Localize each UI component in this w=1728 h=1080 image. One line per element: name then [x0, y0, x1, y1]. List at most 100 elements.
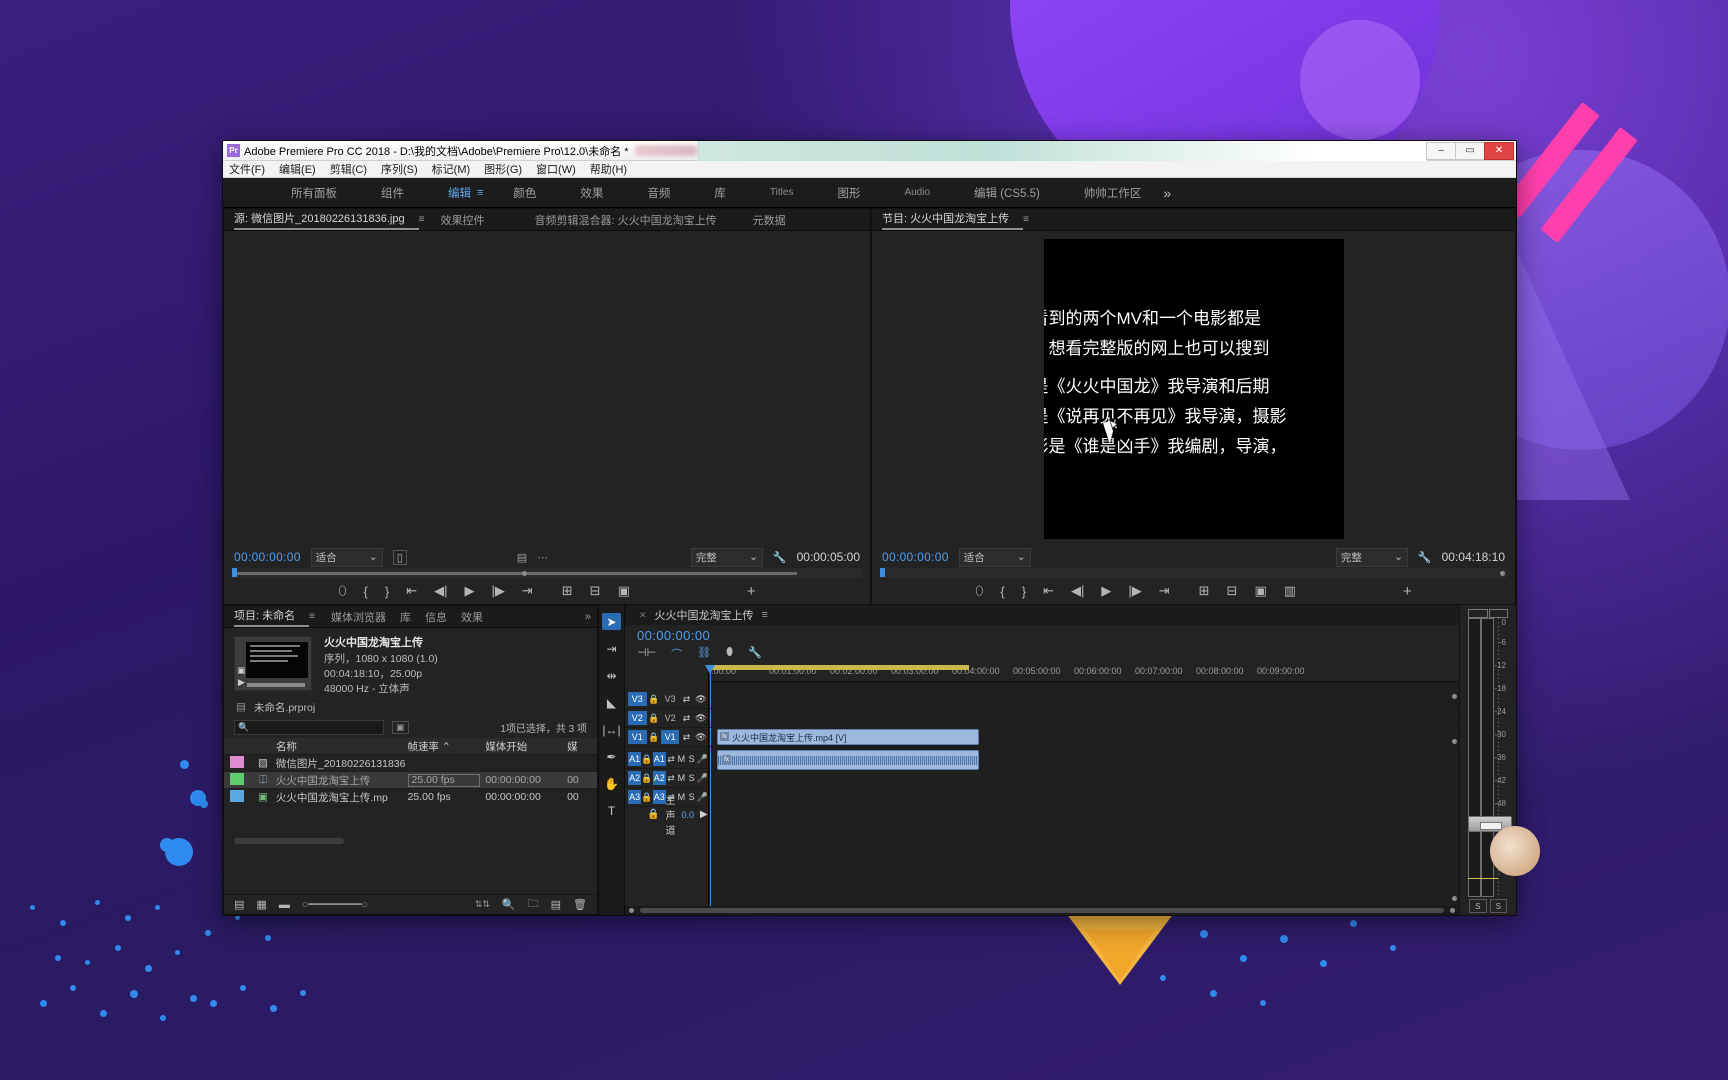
program-monitor-stage[interactable]: 看到的两个MV和一个电影都是 ，想看完整版的网上也可以搜到 是《火火中国龙》我导… — [872, 231, 1515, 546]
track-lane-a2[interactable] — [709, 774, 1459, 793]
tab-timeline-sequence[interactable]: 火火中国龙淘宝上传 — [655, 607, 754, 623]
project-panel-menu-icon[interactable]: ≡ — [309, 611, 315, 622]
lock-icon-v3[interactable]: 🔒 — [647, 692, 661, 706]
button-editor-icon[interactable]: + — [747, 583, 756, 600]
track-area-knob-bottom[interactable] — [1452, 896, 1457, 901]
razor-tool[interactable]: ◣ — [602, 694, 621, 711]
nest-toggle-icon[interactable]: ⊣⊢ — [637, 646, 656, 662]
hand-tool[interactable]: ✋ — [602, 775, 621, 792]
lock-icon-a3[interactable]: 🔒 — [641, 790, 652, 804]
program-panel-menu-icon[interactable]: ≡ — [1023, 214, 1029, 225]
table-row[interactable]: ▨ 微信图片_20180226131836 — [224, 755, 597, 772]
track-header-v3[interactable]: V3 🔒 V3 ⇄ 👁 — [625, 690, 708, 709]
solo-icon-a2[interactable]: S — [686, 771, 696, 785]
track-target-a2[interactable]: A2 — [628, 771, 642, 785]
mute-icon-a3[interactable]: M — [676, 790, 686, 804]
program-play-icon[interactable]: ▶ — [1101, 583, 1111, 599]
track-target-a3[interactable]: A3 — [628, 790, 642, 804]
track-name-v1[interactable]: V1 — [660, 730, 680, 744]
sort-icon[interactable]: ⇅⇅ — [475, 899, 490, 910]
project-file-row[interactable]: ▤ 未命名.prproj — [224, 698, 597, 716]
workspace-tab-color[interactable]: 颜色 — [491, 185, 558, 201]
tab-media-browser[interactable]: 媒体浏览器 — [331, 609, 400, 625]
source-playhead[interactable] — [232, 568, 237, 577]
workspace-tab-titles[interactable]: Titles — [748, 187, 816, 198]
project-thumbnail[interactable]: ▣ ▶ — [234, 636, 312, 691]
timeline-clip-audio[interactable]: fx — [717, 750, 979, 770]
work-area-bar[interactable] — [709, 665, 969, 670]
step-forward-icon[interactable]: |▶ — [491, 583, 504, 599]
column-header-name[interactable]: 名称 — [276, 739, 408, 754]
program-add-marker-icon[interactable]: ⬯ — [975, 583, 983, 599]
program-extract-icon[interactable]: ⊟ — [1227, 583, 1238, 599]
lock-icon-a2[interactable]: 🔒 — [641, 771, 652, 785]
track-select-forward-tool[interactable]: ⇥ — [602, 640, 621, 657]
sync-lock-icon-v2[interactable]: ⇄ — [679, 711, 693, 725]
program-wrench-icon[interactable]: 🔧 — [1418, 551, 1432, 564]
column-header-media-start[interactable]: 媒体开始 — [485, 739, 567, 754]
new-item-icon[interactable]: ▤ — [551, 898, 561, 911]
mute-icon-a1[interactable]: M — [676, 752, 686, 766]
source-monitor-stage[interactable] — [224, 231, 870, 546]
solo-button-right[interactable]: S — [1489, 899, 1507, 913]
menu-marker[interactable]: 标记(M) — [432, 161, 471, 177]
program-quality-select[interactable]: 完整 ⌄ — [1335, 547, 1408, 567]
mark-out-icon[interactable]: } — [385, 584, 389, 599]
timeline-ruler[interactable]: :00:00 00:01:00:00 00:02:00:00 00:03:00:… — [705, 665, 1459, 682]
master-track-row[interactable]: 🔒 主声道 0.0 ▶| — [625, 796, 710, 837]
track-target-a1[interactable]: A1 — [628, 752, 642, 766]
workspace-menu-icon[interactable]: ≡ — [477, 187, 483, 199]
new-bin-icon[interactable]: 🗀 — [528, 895, 539, 914]
program-step-forward-icon[interactable]: |▶ — [1128, 583, 1141, 599]
insert-icon[interactable]: ⊞ — [562, 583, 573, 599]
source-fit-select[interactable]: 适合 ⌄ — [310, 547, 383, 567]
go-to-in-icon[interactable]: ⇤ — [406, 583, 417, 599]
menu-file[interactable]: 文件(F) — [229, 161, 265, 177]
menu-clip[interactable]: 剪辑(C) — [330, 161, 367, 177]
find-icon[interactable]: 🔍 — [502, 898, 516, 911]
zoom-slider[interactable]: ○━━━━━━━━○ — [302, 898, 368, 911]
row-framerate-editable[interactable]: 25.00 fps — [407, 773, 486, 787]
solo-button-left[interactable]: S — [1469, 899, 1487, 913]
timeline-settings-icon[interactable]: 🔧 — [748, 646, 762, 662]
play-preview-icon[interactable]: ▶ — [238, 677, 245, 688]
workspace-tab-effects[interactable]: 效果 — [558, 185, 625, 201]
track-name-v2[interactable]: V2 — [661, 711, 680, 725]
workspace-tab-editing-cs55[interactable]: 编辑 (CS5.5) — [952, 185, 1062, 201]
linked-selection-icon[interactable]: ⛓ — [697, 646, 711, 662]
list-view-icon[interactable]: ▤ — [234, 898, 244, 911]
mark-in-icon[interactable]: { — [364, 584, 368, 599]
eye-icon-v3[interactable]: 👁 — [694, 692, 708, 706]
project-filter-icon[interactable]: ▣ — [392, 720, 409, 734]
workspace-tab-assembly[interactable]: 组件 — [359, 185, 426, 201]
track-area-knob-top[interactable] — [1452, 694, 1457, 699]
ripple-edit-tool[interactable]: ⇹ — [602, 667, 621, 684]
track-lane-v3[interactable] — [709, 690, 1459, 709]
table-row[interactable]: ▣ 火火中国龙淘宝上传.mp 25.00 fps 00:00:00:00 00 — [224, 789, 597, 806]
sync-lock-icon-a1[interactable]: ⇄ — [666, 752, 676, 766]
track-name-a3[interactable]: A3 — [652, 790, 666, 804]
timeline-menu-icon[interactable]: ≡ — [762, 609, 768, 621]
tab-program-monitor[interactable]: 节目: 火火中国龙淘宝上传 — [882, 210, 1024, 230]
workspace-tab-audio[interactable]: 音频 — [625, 185, 692, 201]
track-header-a1[interactable]: A1 🔒 A1 ⇄ M S 🎤 — [625, 750, 708, 769]
column-header-media-more[interactable]: 媒 — [567, 739, 597, 754]
add-marker-icon[interactable]: ⬯ — [338, 583, 346, 599]
tab-metadata[interactable]: 元数据 — [753, 212, 800, 228]
project-panel-overflow-icon[interactable]: » — [585, 611, 597, 623]
tab-source-monitor[interactable]: 源: 微信图片_20180226131836.jpg — [234, 210, 419, 230]
track-lane-v2[interactable] — [709, 709, 1459, 728]
type-tool[interactable]: T — [602, 802, 621, 819]
camera-icon[interactable]: ▣ — [237, 665, 246, 676]
mute-icon-a2[interactable]: M — [676, 771, 686, 785]
workspace-tab-audio-en[interactable]: Audio — [882, 187, 952, 198]
program-playhead[interactable] — [880, 568, 885, 577]
timeline-playhead-timecode[interactable]: 00:00:00:00 — [637, 628, 1459, 643]
program-comparison-icon[interactable]: ▥ — [1284, 583, 1296, 599]
menu-help[interactable]: 帮助(H) — [590, 161, 627, 177]
overwrite-icon[interactable]: ⊟ — [590, 583, 601, 599]
sync-lock-icon-v1[interactable]: ⇄ — [679, 730, 693, 744]
source-current-timecode[interactable]: 00:00:00:00 — [234, 550, 301, 564]
selection-tool[interactable]: ➤ — [602, 613, 621, 630]
program-time-ruler[interactable] — [880, 568, 1507, 578]
